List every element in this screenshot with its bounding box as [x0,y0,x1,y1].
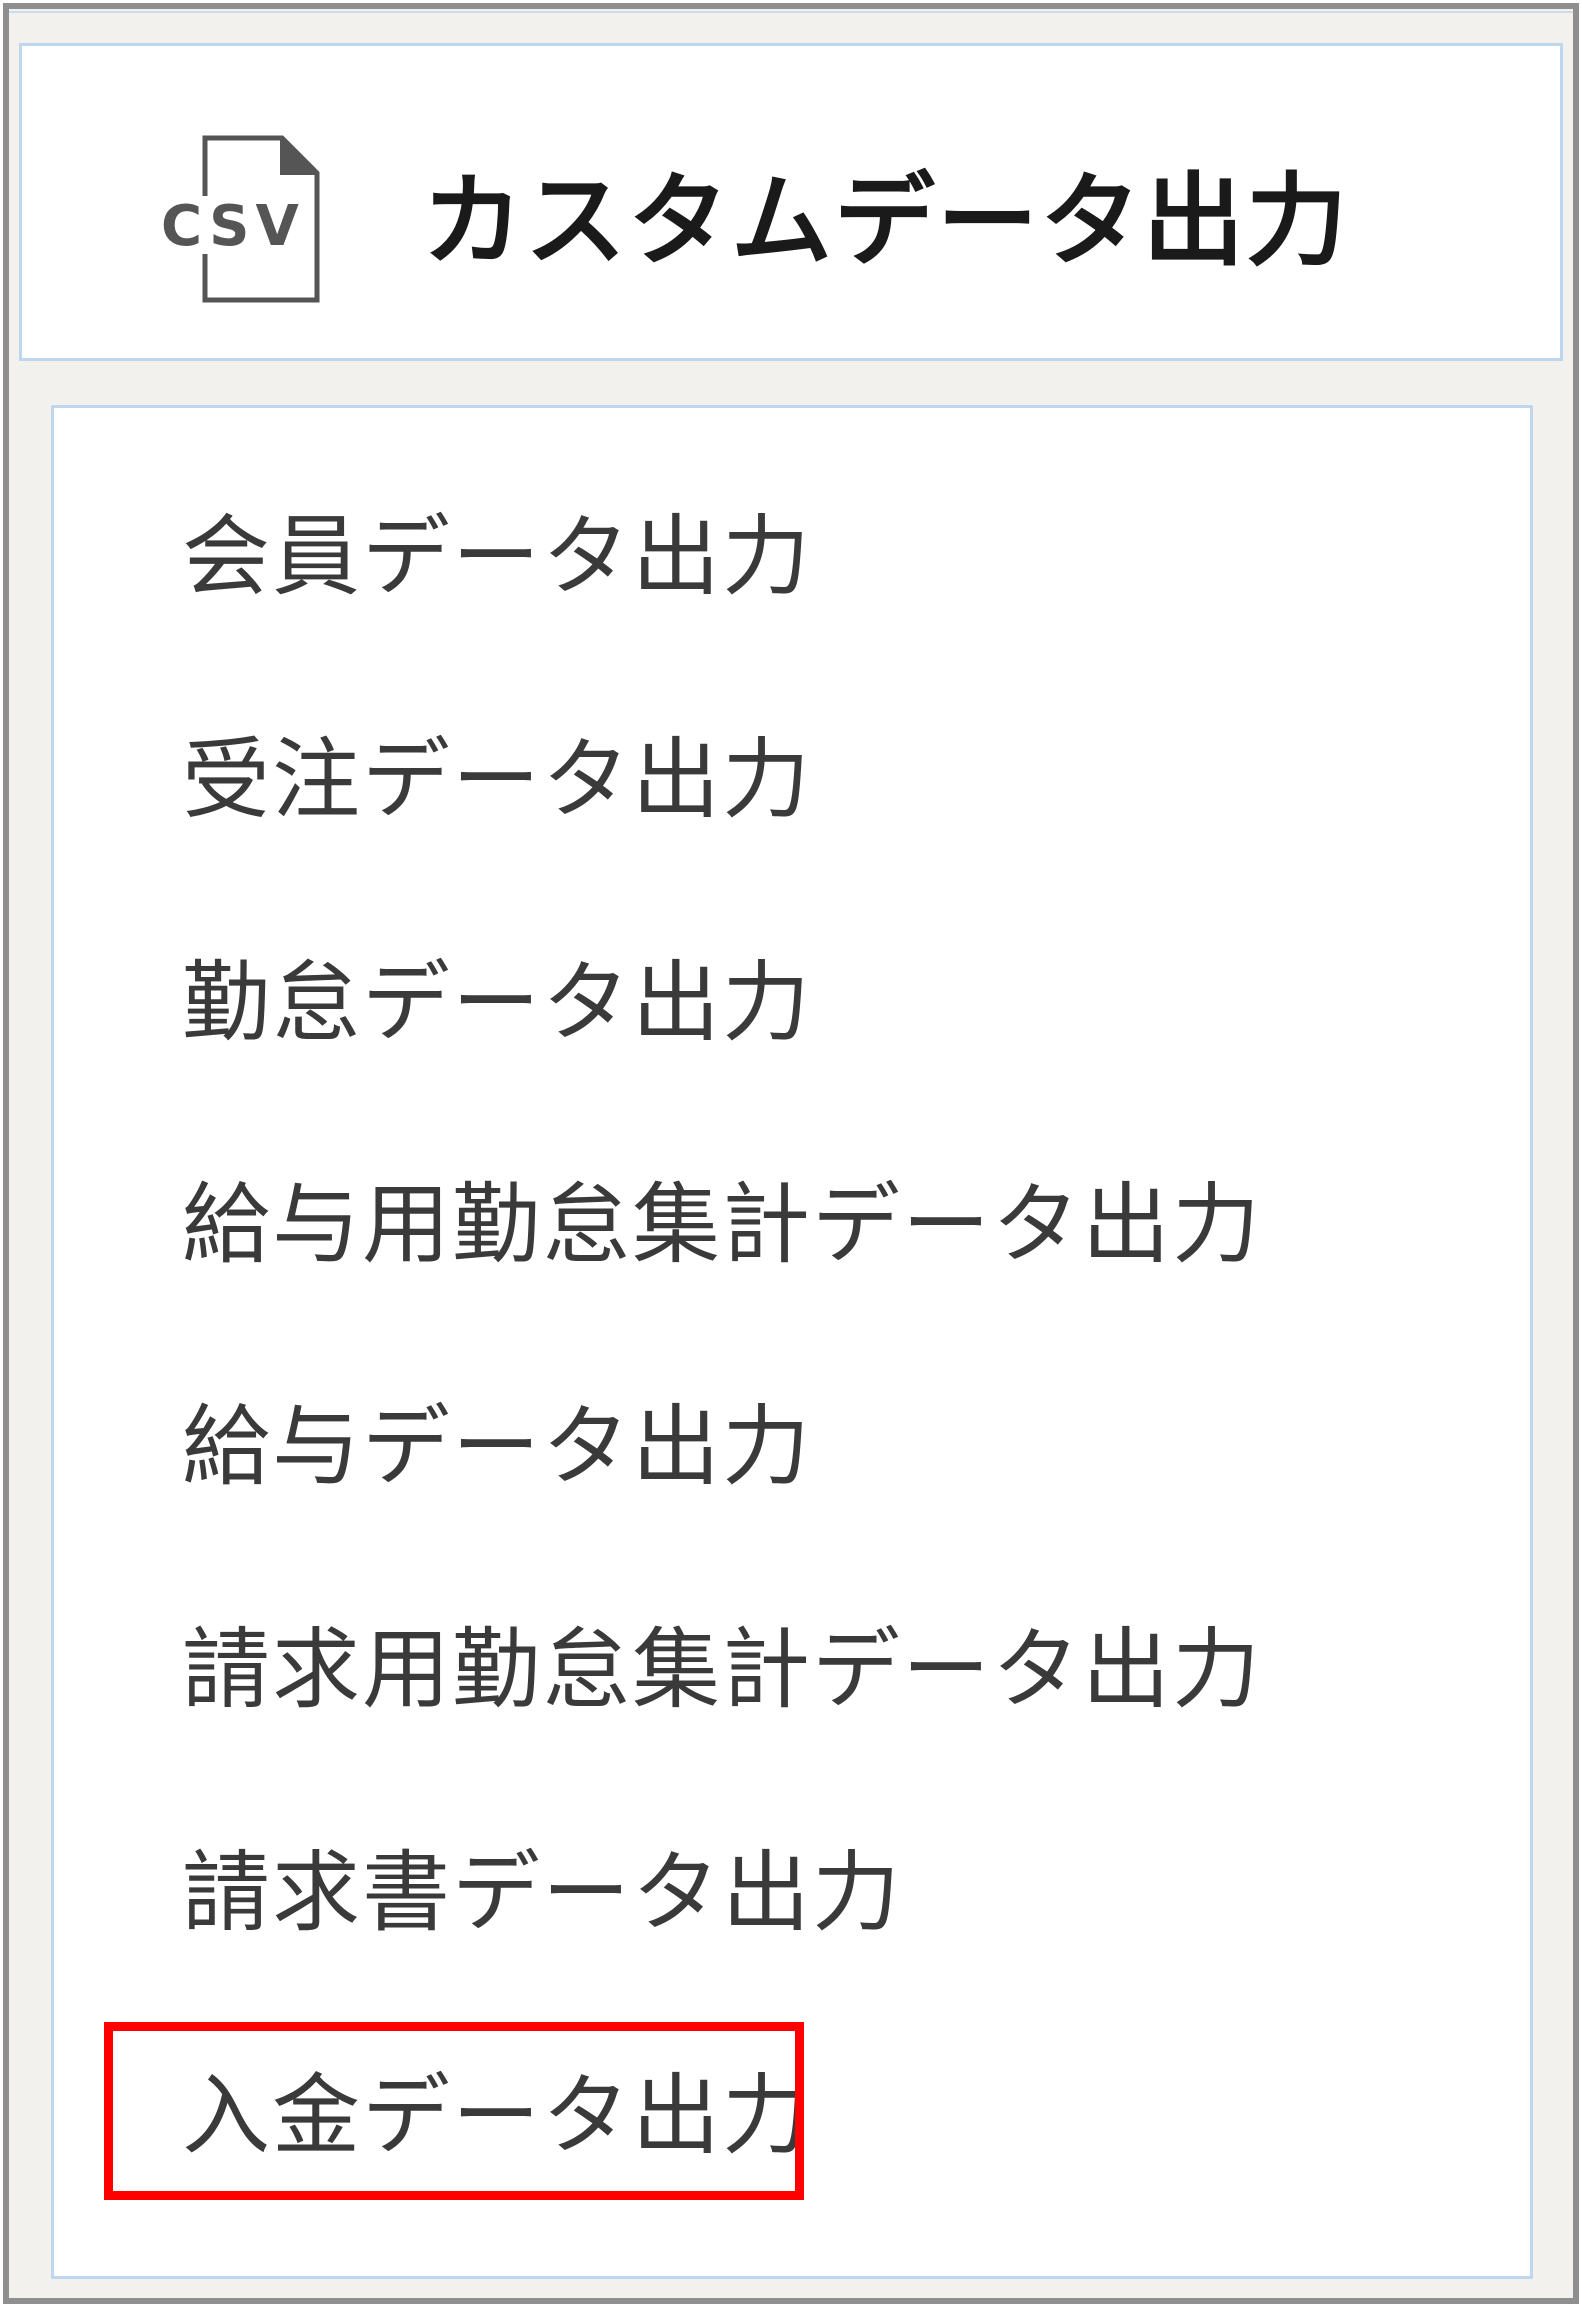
csv-file-icon: CSV [157,135,320,303]
menu-item-payroll-data-export[interactable]: 給与データ出力 [182,1392,812,1502]
top-divider [9,11,1573,13]
window-frame: CSV カスタムデータ出力 会員データ出力 受注データ出力 勤怠データ出力 給与… [3,3,1579,2304]
menu-item-attendance-data-export[interactable]: 勤怠データ出力 [182,948,812,1058]
header-panel: CSV カスタムデータ出力 [19,43,1563,361]
export-menu: 会員データ出力 受注データ出力 勤怠データ出力 給与用勤怠集計データ出力 給与デ… [51,405,1533,2279]
menu-item-payroll-attendance-summary-export[interactable]: 給与用勤怠集計データ出力 [182,1170,1262,1280]
csv-icon-label: CSV [161,194,305,259]
menu-item-member-data-export[interactable]: 会員データ出力 [182,502,812,612]
menu-item-invoice-data-export[interactable]: 請求書データ出力 [182,1838,902,1948]
menu-item-order-data-export[interactable]: 受注データ出力 [182,725,812,835]
page-title: カスタムデータ出力 [422,162,1350,280]
highlight-box [104,2022,804,2200]
menu-item-billing-attendance-summary-export[interactable]: 請求用勤怠集計データ出力 [182,1615,1262,1725]
